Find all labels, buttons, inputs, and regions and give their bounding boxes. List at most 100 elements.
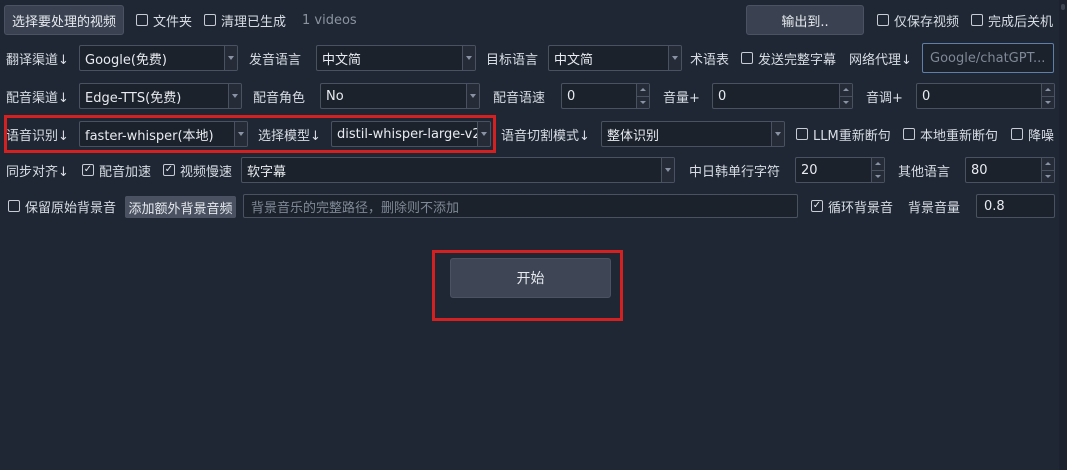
- volume-label: 音量+: [663, 90, 700, 106]
- source-lang-label: 发音语言: [249, 52, 302, 68]
- clear-generated-checkbox[interactable]: 清理已生成: [204, 4, 286, 36]
- asr-select[interactable]: faster-whisper(本地): [79, 121, 248, 147]
- send-full-subtitle-checkbox-box[interactable]: [741, 52, 753, 64]
- stepper-down-icon[interactable]: [840, 95, 852, 109]
- bg-audio-path-input[interactable]: 背景音乐的完整路径，删除则不添加: [243, 194, 798, 218]
- local-resegment-checkbox-box[interactable]: [903, 128, 915, 140]
- chevron-down-icon[interactable]: [771, 122, 784, 146]
- dub-role-label: 配音角色: [253, 90, 306, 106]
- translate-channel-label[interactable]: 翻译渠道↓: [6, 42, 69, 74]
- denoise-checkbox[interactable]: 降噪: [1011, 118, 1054, 150]
- proxy-label[interactable]: 网络代理↓: [849, 42, 912, 74]
- denoise-label: 降噪: [1028, 128, 1055, 144]
- split-mode-label[interactable]: 语音切割模式↓: [501, 118, 590, 150]
- chevron-down-icon[interactable]: [661, 158, 674, 182]
- pitch-value: 0: [922, 88, 931, 104]
- local-resegment-checkbox[interactable]: 本地重新断句: [903, 118, 998, 150]
- dub-role-value: No: [326, 88, 344, 104]
- denoise-checkbox-box[interactable]: [1011, 128, 1023, 140]
- chevron-down-icon[interactable]: [466, 84, 479, 108]
- cjk-chars-stepper[interactable]: 20: [795, 157, 885, 183]
- llm-resegment-checkbox-box[interactable]: [796, 128, 808, 140]
- folder-label: 文件夹: [153, 14, 193, 30]
- chevron-down-icon[interactable]: [668, 46, 681, 70]
- chevron-down-icon[interactable]: [234, 122, 247, 146]
- split-mode-value: 整体识别: [607, 128, 660, 144]
- loop-bg-audio-checkbox[interactable]: ✓ 循环背景音: [811, 190, 893, 222]
- only-save-video-checkbox-box[interactable]: [877, 14, 889, 26]
- stepper-up-icon[interactable]: [840, 84, 852, 96]
- output-to-button[interactable]: 输出到..: [746, 5, 864, 35]
- model-label[interactable]: 选择模型↓: [258, 118, 321, 150]
- loop-bg-audio-label: 循环背景音: [828, 200, 894, 216]
- send-full-subtitle-label: 发送完整字幕: [758, 52, 837, 68]
- split-mode-select[interactable]: 整体识别: [601, 121, 785, 147]
- bg-volume-input[interactable]: 0.8: [976, 194, 1055, 218]
- chevron-down-icon[interactable]: [228, 84, 241, 108]
- only-save-video-checkbox[interactable]: 仅保存视频: [877, 4, 959, 36]
- stepper-down-icon[interactable]: [1042, 169, 1054, 183]
- chevron-down-icon[interactable]: [224, 46, 237, 70]
- keep-bg-audio-checkbox[interactable]: 保留原始背景音: [8, 190, 116, 222]
- asr-label[interactable]: 语音识别↓: [6, 118, 69, 150]
- translate-channel-value: Google(免费): [85, 52, 167, 68]
- dub-speed-stepper[interactable]: 0: [561, 83, 650, 109]
- source-lang-select[interactable]: 中文简: [316, 45, 476, 71]
- model-value: distil-whisper-large-v2: [337, 126, 481, 142]
- other-lang-stepper[interactable]: 80: [965, 157, 1055, 183]
- stepper-down-icon[interactable]: [872, 169, 884, 183]
- volume-stepper[interactable]: 0: [712, 83, 853, 109]
- dub-accelerate-label: 配音加速: [99, 164, 152, 180]
- shutdown-after-checkbox[interactable]: 完成后关机: [971, 4, 1053, 36]
- pitch-stepper[interactable]: 0: [916, 83, 1055, 109]
- volume-value: 0: [718, 88, 727, 104]
- other-lang-label: 其他语言: [898, 164, 951, 180]
- folder-checkbox[interactable]: 文件夹: [136, 4, 192, 36]
- clear-generated-label: 清理已生成: [221, 14, 287, 30]
- glossary-label[interactable]: 术语表: [690, 42, 729, 74]
- video-slowdown-checkbox-box[interactable]: ✓: [163, 164, 175, 176]
- stepper-down-icon[interactable]: [1042, 95, 1054, 109]
- local-resegment-label: 本地重新断句: [920, 128, 999, 144]
- stepper-up-icon[interactable]: [1042, 158, 1054, 170]
- send-full-subtitle-checkbox[interactable]: 发送完整字幕: [741, 42, 836, 74]
- only-save-video-label: 仅保存视频: [894, 14, 960, 30]
- dub-channel-select[interactable]: Edge-TTS(免费): [79, 83, 242, 109]
- chevron-down-icon[interactable]: [462, 46, 475, 70]
- asr-value: faster-whisper(本地): [85, 128, 214, 144]
- keep-bg-audio-checkbox-box[interactable]: [8, 200, 20, 212]
- dub-channel-label[interactable]: 配音渠道↓: [6, 80, 69, 112]
- scrollbar-thumb[interactable]: [1061, 4, 1065, 10]
- translate-channel-select[interactable]: Google(免费): [79, 45, 238, 71]
- subtitle-type-select[interactable]: 软字幕: [241, 157, 675, 183]
- target-lang-label: 目标语言: [486, 52, 539, 68]
- chevron-down-icon[interactable]: [477, 122, 490, 146]
- keep-bg-audio-label: 保留原始背景音: [25, 200, 117, 216]
- subtitle-type-value: 软字幕: [247, 164, 287, 180]
- vertical-scrollbar[interactable]: [1059, 0, 1067, 470]
- video-slowdown-checkbox[interactable]: ✓ 视频慢速: [163, 154, 232, 186]
- dub-accelerate-checkbox-box[interactable]: ✓: [82, 164, 94, 176]
- stepper-up-icon[interactable]: [872, 158, 884, 170]
- add-bg-audio-button[interactable]: 添加额外背景音频: [125, 196, 236, 218]
- proxy-input[interactable]: Google/chatGPT...: [922, 43, 1054, 73]
- stepper-up-icon[interactable]: [637, 84, 649, 96]
- target-lang-select[interactable]: 中文简: [548, 45, 682, 71]
- select-video-button[interactable]: 选择要处理的视频: [4, 5, 124, 35]
- shutdown-after-label: 完成后关机: [988, 14, 1054, 30]
- bg-volume-label: 背景音量: [908, 200, 961, 216]
- start-button[interactable]: 开始: [450, 258, 611, 298]
- sync-label[interactable]: 同步对齐↓: [6, 154, 69, 186]
- stepper-down-icon[interactable]: [637, 95, 649, 109]
- shutdown-after-checkbox-box[interactable]: [971, 14, 983, 26]
- dub-accelerate-checkbox[interactable]: ✓ 配音加速: [82, 154, 151, 186]
- cjk-chars-label: 中日韩单行字符: [689, 164, 781, 180]
- llm-resegment-checkbox[interactable]: LLM重新断句: [796, 118, 891, 150]
- loop-bg-audio-checkbox-box[interactable]: ✓: [811, 200, 823, 212]
- folder-checkbox-box[interactable]: [136, 14, 148, 26]
- dub-role-select[interactable]: No: [320, 83, 480, 109]
- clear-generated-checkbox-box[interactable]: [204, 14, 216, 26]
- stepper-up-icon[interactable]: [1042, 84, 1054, 96]
- dub-speed-label: 配音语速: [493, 90, 546, 106]
- model-select[interactable]: distil-whisper-large-v2: [331, 121, 491, 147]
